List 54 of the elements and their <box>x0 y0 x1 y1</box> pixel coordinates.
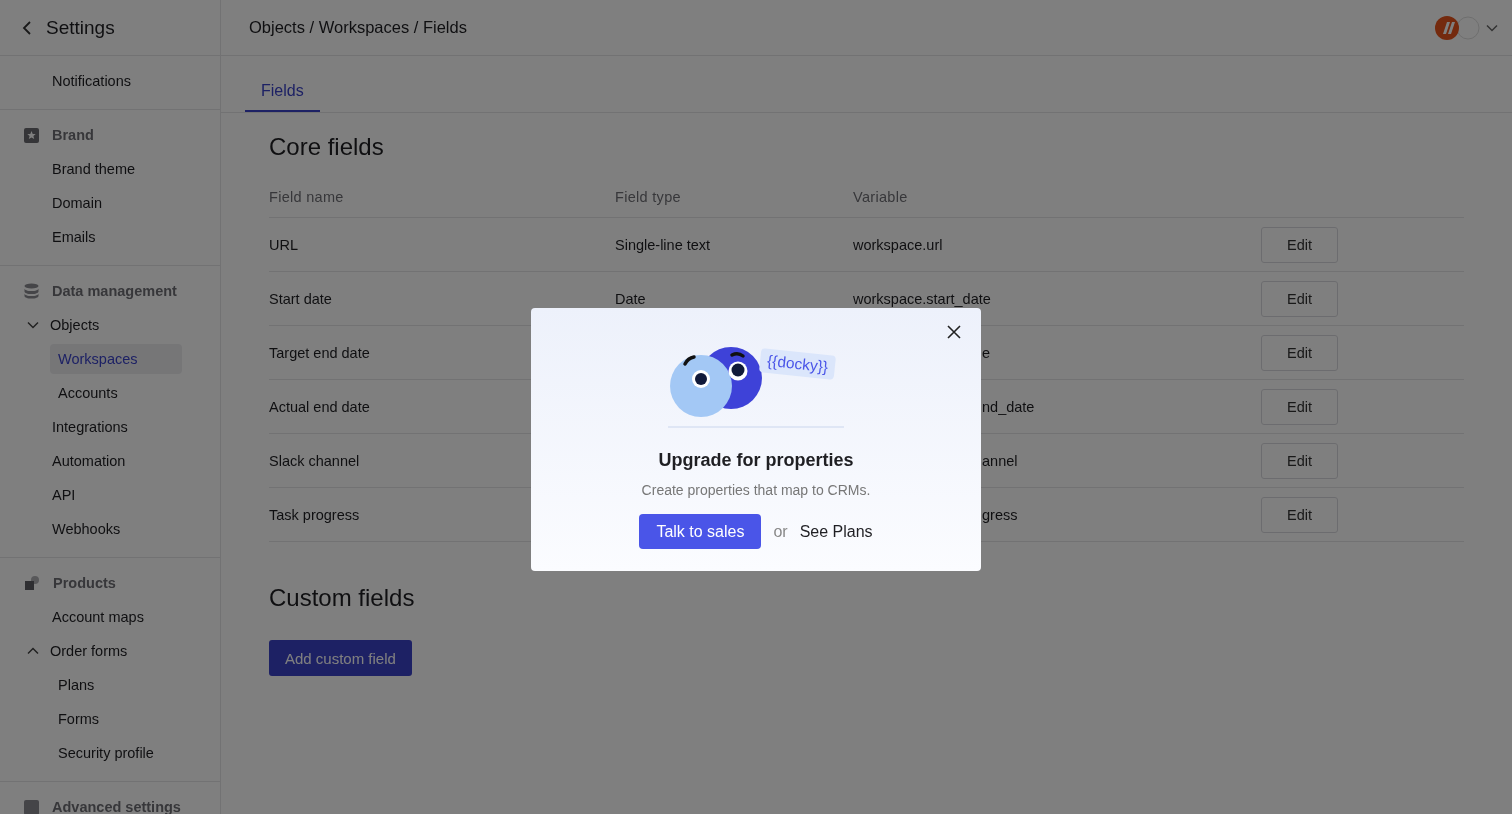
section-heading: Products <box>53 575 116 591</box>
edit-button[interactable]: Edit <box>1261 496 1338 533</box>
section-heading: Brand <box>52 127 94 143</box>
table-cell: gress <box>982 506 1018 523</box>
placeholder-tag: {{docky}} <box>758 348 837 380</box>
dialog-text: Create properties that map to CRMs. <box>641 482 871 498</box>
sidebar-item[interactable]: Accounts <box>50 378 182 408</box>
settings-title: Settings <box>46 16 115 39</box>
sidebar-item[interactable]: Webhooks <box>52 521 121 537</box>
sidebar-item[interactable]: API <box>52 487 76 503</box>
sidebar-item[interactable]: Order forms <box>50 643 128 659</box>
sidebar-item[interactable]: Automation <box>52 453 126 469</box>
breadcrumb: Objects / Workspaces / Fields <box>249 18 467 37</box>
separator-text: or <box>773 522 788 541</box>
edit-button[interactable]: Edit <box>1261 334 1338 371</box>
sidebar-item[interactable]: Security profile <box>50 738 182 768</box>
sidebar-item[interactable]: Integrations <box>52 419 128 435</box>
see-plans-link[interactable]: See Plans <box>799 522 873 541</box>
dialog-title: Upgrade for properties <box>658 450 854 471</box>
table-cell: Target end date <box>269 344 370 361</box>
table-cell: Slack channel <box>269 452 360 469</box>
table-cell: e <box>982 344 991 361</box>
section-heading: Data management <box>52 283 177 299</box>
edit-button[interactable]: Edit <box>1261 226 1338 263</box>
sidebar-item[interactable]: Forms <box>50 704 182 734</box>
sidebar-item[interactable]: Objects <box>50 317 100 333</box>
column-header: Field name <box>269 189 344 205</box>
sidebar-item[interactable]: Emails <box>52 229 96 245</box>
section-title: Core fields <box>269 133 385 161</box>
section-title: Custom fields <box>269 584 416 612</box>
table-cell: workspace.start_date <box>853 290 991 307</box>
table-cell: Date <box>615 290 646 307</box>
edit-button[interactable]: Edit <box>1261 388 1338 425</box>
table-cell: Single-line text <box>615 236 711 253</box>
sidebar-item[interactable]: Plans <box>50 670 182 700</box>
edit-button[interactable]: Edit <box>1261 280 1338 317</box>
sidebar-item[interactable]: Account maps <box>52 609 144 625</box>
edit-button[interactable]: Edit <box>1261 442 1338 479</box>
table-cell: Task progress <box>269 506 360 523</box>
sidebar-item[interactable]: Notifications <box>52 73 131 89</box>
sidebar-item[interactable]: Domain <box>52 195 102 211</box>
talk-to-sales-button[interactable]: Talk to sales <box>639 514 762 549</box>
column-header: Field type <box>615 189 681 205</box>
table-cell: nd_date <box>982 398 1035 415</box>
table-cell: Actual end date <box>269 398 370 415</box>
table-cell: annel <box>982 452 1018 469</box>
add-custom-field-button[interactable]: Add custom field <box>269 640 412 676</box>
table-cell: Start date <box>269 290 332 307</box>
table-cell: URL <box>269 236 298 253</box>
sidebar-item[interactable]: Workspaces <box>50 344 182 374</box>
sidebar-item[interactable]: Brand theme <box>52 161 136 177</box>
table-cell: workspace.url <box>853 236 943 253</box>
tab[interactable]: Fields <box>245 82 320 112</box>
column-header: Variable <box>853 189 908 205</box>
